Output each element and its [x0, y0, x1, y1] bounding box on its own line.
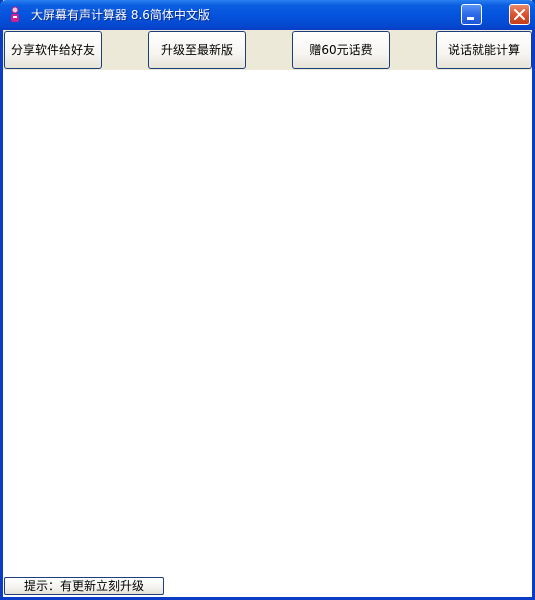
- close-button[interactable]: [509, 4, 530, 25]
- voice-calculate-button[interactable]: 说话就能计算: [436, 31, 532, 69]
- main-content-area: [3, 70, 532, 573]
- close-icon: [514, 9, 525, 20]
- gift-credit-button[interactable]: 赠60元话费: [292, 31, 390, 69]
- title-bar[interactable]: 大屏幕有声计算器 8.6简体中文版: [0, 0, 535, 30]
- minimize-button[interactable]: [461, 4, 482, 25]
- share-software-button[interactable]: 分享软件给好友: [4, 31, 102, 69]
- upgrade-button[interactable]: 升级至最新版: [148, 31, 246, 69]
- calculator-person-icon: [11, 6, 19, 22]
- app-window: 大屏幕有声计算器 8.6简体中文版 分享软件给好友 升级至最新版 赠60元话费 …: [0, 0, 535, 600]
- update-tip-button[interactable]: 提示：有更新立刻升级: [4, 577, 164, 595]
- window-title: 大屏幕有声计算器 8.6简体中文版: [31, 8, 210, 22]
- toolbar: 分享软件给好友 升级至最新版 赠60元话费 说话就能计算: [3, 30, 532, 70]
